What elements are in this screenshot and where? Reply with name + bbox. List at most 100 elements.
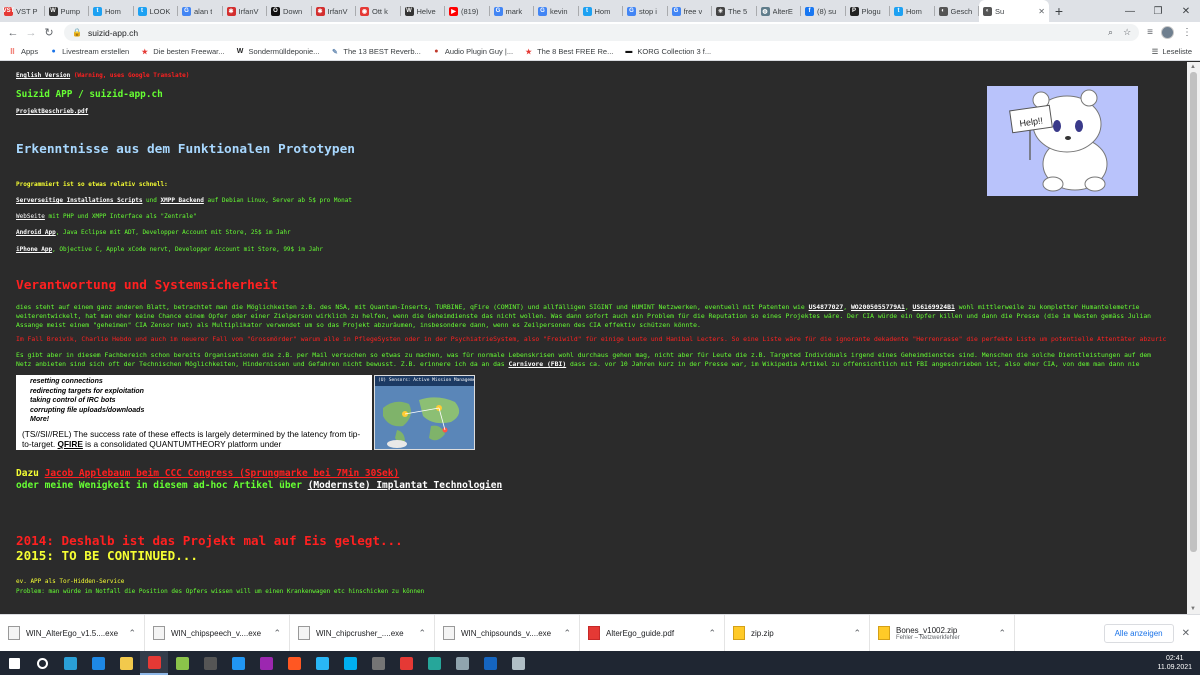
taskbar-app-icon[interactable] — [252, 651, 280, 675]
browser-tab[interactable]: W Pump — [45, 0, 90, 22]
taskbar-live-icon[interactable] — [196, 651, 224, 675]
browser-tab[interactable]: Gfree v — [668, 0, 713, 22]
browser-tab[interactable]: t LOOK — [134, 0, 179, 22]
chevron-up-icon[interactable]: ⌃ — [418, 628, 426, 639]
reading-list[interactable]: ☰ Leseliste — [1152, 47, 1192, 56]
system-clock[interactable]: 02:41 11.09.2021 — [1157, 654, 1192, 672]
bookmark-item[interactable]: W Sondermülldeponie... — [236, 47, 320, 56]
menu-icon[interactable]: ⋮ — [1182, 27, 1192, 38]
project-pdf-link[interactable]: ProjektBeschrieb.pdf — [16, 108, 88, 115]
patent-link-3[interactable]: US6169924B1 — [913, 303, 955, 311]
implant-technology-link[interactable]: (Modernste) Implantat Technologien — [308, 480, 502, 491]
taskbar-app-icon[interactable] — [476, 651, 504, 675]
scrollbar-thumb[interactable] — [1190, 72, 1197, 552]
taskbar-app-icon[interactable] — [224, 651, 252, 675]
taskbar-app-icon[interactable] — [504, 651, 532, 675]
taskbar-app-icon[interactable] — [448, 651, 476, 675]
forward-icon[interactable]: → — [22, 27, 40, 39]
bookmark-item[interactable]: ▬ KORG Collection 3 f... — [624, 47, 711, 56]
server-scripts-link[interactable]: Serverseitige Installations Scripts — [16, 197, 142, 204]
taskbar-app-icon[interactable] — [168, 651, 196, 675]
browser-tab[interactable]: t Hom — [890, 0, 935, 22]
minimize-button[interactable]: — — [1116, 6, 1144, 17]
back-icon[interactable]: ← — [4, 27, 22, 39]
english-version-link[interactable]: English Version — [16, 72, 70, 79]
browser-tab[interactable]: ✳ The 5 — [712, 0, 757, 22]
close-window-button[interactable]: ✕ — [1172, 6, 1200, 17]
bookmark-item[interactable]: ● Livestream erstellen — [49, 47, 129, 56]
carnivore-link[interactable]: Carnivore (FBI) — [508, 360, 566, 368]
browser-tab[interactable]: f (8) su — [801, 0, 846, 22]
bookmark-item[interactable]: ● Audio Plugin Guy |... — [432, 47, 513, 56]
maximize-button[interactable]: ❐ — [1144, 6, 1172, 17]
bookmark-item[interactable]: ⠿ Apps — [8, 47, 38, 56]
browser-tab[interactable]: W Helve — [401, 0, 446, 22]
page-scrollbar[interactable]: ▲ ▼ — [1187, 62, 1200, 614]
chevron-up-icon[interactable]: ⌃ — [998, 628, 1006, 639]
bookmark-item[interactable]: ✎ The 13 BEST Reverb... — [330, 47, 421, 56]
taskbar-skype-icon[interactable] — [336, 651, 364, 675]
reload-icon[interactable]: ↻ — [40, 26, 58, 39]
download-item[interactable]: zip.zip ⌃ — [725, 614, 870, 652]
taskbar-app-icon[interactable] — [280, 651, 308, 675]
address-bar[interactable]: 🔒 suizid-app.ch ⌕ ☆ — [64, 24, 1140, 41]
website-link[interactable]: WebSeite — [16, 213, 45, 220]
chevron-up-icon[interactable]: ⌃ — [273, 628, 281, 639]
download-item[interactable]: Bones_v1002.zip Fehler – Netzwerkfehler ⌃ — [870, 614, 1015, 652]
extensions-icon[interactable]: ≡ — [1147, 27, 1153, 38]
browser-tab[interactable]: Galan t — [178, 0, 223, 22]
taskbar-explorer-icon[interactable] — [112, 651, 140, 675]
taskbar-mail-icon[interactable] — [84, 651, 112, 675]
taskbar-telegram-icon[interactable] — [308, 651, 336, 675]
browser-tab[interactable]: ✱ IrfanV — [312, 0, 357, 22]
close-shelf-icon[interactable]: ✕ — [1182, 628, 1190, 639]
browser-tab[interactable]: O Down — [267, 0, 312, 22]
chevron-up-icon[interactable]: ⌃ — [708, 628, 716, 639]
download-item[interactable]: WIN_chipsounds_v....exe ⌃ — [435, 614, 580, 652]
close-tab-icon[interactable]: ✕ — [1036, 7, 1045, 16]
taskbar-app-icon[interactable] — [420, 651, 448, 675]
xmpp-backend-link[interactable]: XMPP Backend — [161, 197, 204, 204]
download-item[interactable]: WIN_chipcrusher_....exe ⌃ — [290, 614, 435, 652]
new-tab-button[interactable]: + — [1049, 0, 1069, 22]
browser-tab[interactable]: Gmark — [490, 0, 535, 22]
taskbar-chrome-icon[interactable] — [140, 651, 168, 675]
taskbar-app-icon[interactable] — [392, 651, 420, 675]
browser-tab[interactable]: Gkevin — [534, 0, 579, 22]
patent-link-1[interactable]: US4877027 — [809, 303, 844, 311]
lock-icon[interactable]: 🔒 — [72, 28, 82, 37]
browser-tab[interactable]: ◍ AlterE — [757, 0, 802, 22]
download-item[interactable]: WIN_AlterEgo_v1.5....exe ⌃ — [0, 614, 145, 652]
browser-tab[interactable]: ◐ Gesch — [935, 0, 980, 22]
taskbar-edge-icon[interactable] — [56, 651, 84, 675]
download-item[interactable]: AlterEgo_guide.pdf ⌃ — [580, 614, 725, 652]
jacob-applebaum-link[interactable]: Jacob Applebaum beim CCC Congress (Sprun… — [45, 468, 400, 479]
patent-link-2[interactable]: WO2005055779A1 — [851, 303, 905, 311]
scroll-up-icon[interactable]: ▲ — [1190, 64, 1196, 70]
chevron-up-icon[interactable]: ⌃ — [128, 628, 136, 639]
browser-tab[interactable]: ✱ IrfanV — [223, 0, 268, 22]
taskbar-search-icon[interactable] — [28, 651, 56, 675]
browser-tab[interactable]: P Plogu — [846, 0, 891, 22]
browser-tab[interactable]: Gstop i — [623, 0, 668, 22]
browser-tab[interactable]: ▶ (819) — [445, 0, 490, 22]
scroll-down-icon[interactable]: ▼ — [1190, 606, 1196, 612]
chevron-up-icon[interactable]: ⌃ — [853, 628, 861, 639]
taskbar-windows-start-icon[interactable] — [0, 651, 28, 675]
bookmark-item[interactable]: ★ The 8 Best FREE Re... — [524, 47, 613, 56]
browser-tab[interactable]: ◉ Ott k — [356, 0, 401, 22]
search-icon[interactable]: ⌕ — [1108, 27, 1113, 38]
browser-tab-active[interactable]: ◐ Su ✕ — [979, 0, 1049, 22]
download-item[interactable]: WIN_chipspeech_v....exe ⌃ — [145, 614, 290, 652]
bookmark-item[interactable]: ★ Die besten Freewar... — [140, 47, 225, 56]
iphone-app-link[interactable]: iPhone App — [16, 246, 52, 253]
taskbar-app-icon[interactable] — [364, 651, 392, 675]
android-app-link[interactable]: Android App — [16, 229, 56, 236]
show-all-downloads-button[interactable]: Alle anzeigen — [1103, 623, 1174, 643]
browser-tab[interactable]: VST VST P — [0, 0, 45, 22]
bookmark-star-icon[interactable]: ☆ — [1123, 27, 1131, 38]
chevron-up-icon[interactable]: ⌃ — [563, 628, 571, 639]
browser-tab[interactable]: t Hom — [89, 0, 134, 22]
profile-avatar[interactable] — [1161, 26, 1174, 39]
browser-tab[interactable]: t Hom — [579, 0, 624, 22]
